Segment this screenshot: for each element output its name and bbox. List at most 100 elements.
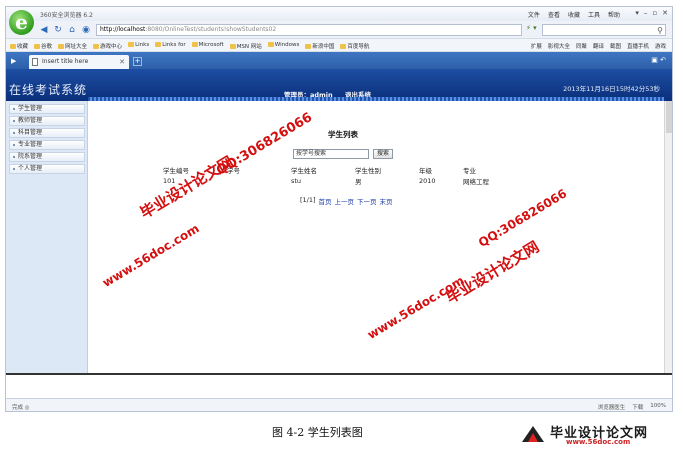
back-icon[interactable]: ◀ bbox=[38, 24, 50, 36]
sidebar-item-majors[interactable]: 专业管理 bbox=[9, 140, 85, 150]
favorites-item[interactable]: 新浪中国 bbox=[305, 42, 334, 50]
brand-mark-icon bbox=[522, 426, 544, 442]
bullet-icon bbox=[13, 108, 15, 110]
toolbar-video[interactable]: 影视大全 bbox=[548, 42, 570, 50]
tab-bar: ▶ Insert title here ✕ + ▣ ↶ bbox=[6, 52, 672, 69]
toolbar-extensions[interactable]: 扩展 bbox=[531, 42, 542, 50]
favorites-item[interactable]: 谷歌 bbox=[34, 42, 52, 50]
col-header: 年级 bbox=[419, 166, 432, 175]
sidebar-item-departments[interactable]: 院系管理 bbox=[9, 152, 85, 162]
favorites-item[interactable]: 网址大全 bbox=[58, 42, 87, 50]
address-bar[interactable]: http://localhost:8080/OnlineTest/student… bbox=[96, 24, 522, 36]
app-title: 360安全浏览器 6.2 bbox=[40, 12, 93, 19]
refresh-icon[interactable]: ↻ bbox=[52, 24, 64, 36]
bullet-icon bbox=[13, 168, 15, 170]
pager-first-link[interactable]: 首页 bbox=[319, 196, 332, 206]
pager-next-link[interactable]: 下一页 bbox=[357, 196, 377, 206]
sidebar-item-subjects[interactable]: 科目管理 bbox=[9, 128, 85, 138]
window-controls: ▾ – ▫ ✕ bbox=[635, 9, 668, 17]
favorites-item[interactable]: Windows bbox=[267, 42, 299, 50]
sidebar-item-students[interactable]: 学生管理 bbox=[9, 104, 85, 114]
bullet-icon bbox=[13, 144, 15, 146]
browser-search-input[interactable]: ⚲ bbox=[542, 24, 666, 36]
search-row: 按学号搜索 搜索 bbox=[293, 149, 394, 159]
menu-favorites[interactable]: 收藏 bbox=[568, 10, 580, 19]
figure-caption: 图 4-2 学生列表图 bbox=[272, 426, 363, 439]
favorites-item[interactable]: Links for bbox=[155, 42, 186, 50]
menu-help[interactable]: 帮助 bbox=[608, 10, 620, 19]
browser-logo-icon: e bbox=[9, 10, 34, 35]
status-text: 完成 ◎ bbox=[12, 405, 30, 411]
search-button[interactable]: 搜索 bbox=[373, 149, 394, 159]
sidebar: 学生管理 教师管理 科目管理 专业管理 院系管理 个人管理 bbox=[6, 101, 88, 373]
minimize-icon[interactable]: – bbox=[644, 9, 648, 17]
toolbar-games[interactable]: 游戏 bbox=[655, 42, 666, 50]
toolbar-translate[interactable]: 翻译 bbox=[593, 42, 604, 50]
search-icon[interactable]: ⚲ bbox=[657, 26, 663, 35]
home-icon[interactable]: ⌂ bbox=[66, 24, 78, 36]
bullet-icon bbox=[13, 132, 15, 134]
table-cell: stu bbox=[291, 176, 302, 185]
admin-label: 管理员：admin bbox=[284, 91, 333, 99]
address-tools-icon[interactable]: ⚡ ▾ bbox=[526, 24, 537, 32]
page-viewport: 在线考试系统 管理员：admin 退出系统 2013年11月16日15时42分5… bbox=[6, 69, 672, 398]
pager-info: [1/1] bbox=[300, 196, 316, 204]
folder-icon bbox=[155, 42, 162, 47]
vertical-scrollbar[interactable] bbox=[664, 101, 672, 373]
zoom-level[interactable]: 100% bbox=[650, 403, 666, 411]
favorites-item[interactable]: 游戏中心 bbox=[93, 42, 122, 50]
favorites-item[interactable]: 收藏 bbox=[10, 42, 28, 50]
folder-icon bbox=[229, 44, 236, 49]
table-cell: 2010 bbox=[419, 176, 436, 185]
pager-prev-link[interactable]: 上一页 bbox=[335, 196, 355, 206]
brand-logo: 毕业设计论文网 www.56doc.com bbox=[520, 422, 680, 450]
sidebar-toggle-icon[interactable]: ▶ bbox=[11, 57, 16, 65]
page-icon bbox=[32, 58, 38, 66]
folder-icon bbox=[340, 44, 347, 49]
favorites-item[interactable]: Microsoft bbox=[191, 42, 224, 50]
tab-current[interactable]: Insert title here ✕ bbox=[29, 55, 129, 69]
tab-menu-icon[interactable]: ▣ ↶ bbox=[651, 56, 666, 64]
address-host: http://localhost bbox=[100, 26, 146, 33]
menu-view[interactable]: 查看 bbox=[548, 10, 560, 19]
student-search-input[interactable]: 按学号搜索 bbox=[293, 149, 369, 159]
col-header: 学生性别 bbox=[355, 166, 381, 175]
download-button[interactable]: 下载 bbox=[632, 403, 643, 411]
folder-icon bbox=[93, 44, 100, 49]
address-path: :8080/OnlineTest/students!showStudents02 bbox=[145, 26, 277, 33]
new-tab-icon[interactable]: + bbox=[133, 57, 142, 66]
toolbar-mobile[interactable]: 直播手机 bbox=[627, 42, 649, 50]
skin-icon[interactable]: ▾ bbox=[635, 9, 639, 17]
shield-icon[interactable]: ◉ bbox=[80, 24, 92, 36]
sidebar-item-teachers[interactable]: 教师管理 bbox=[9, 116, 85, 126]
folder-icon bbox=[34, 44, 41, 49]
folder-icon bbox=[191, 42, 198, 47]
folder-icon bbox=[128, 42, 135, 47]
favorites-item[interactable]: Links bbox=[128, 42, 149, 50]
col-header: 专业 bbox=[463, 166, 476, 175]
status-bar: 完成 ◎ 浏览器医生 下载 100% bbox=[6, 398, 672, 411]
navigation-bar: ◀ ↻ ⌂ ◉ http://localhost:8080/OnlineTest… bbox=[6, 21, 672, 39]
bullet-icon bbox=[13, 120, 15, 122]
brand-url: www.56doc.com bbox=[566, 438, 631, 446]
close-icon[interactable]: ✕ bbox=[662, 9, 668, 17]
pager-last-link[interactable]: 末页 bbox=[380, 196, 393, 206]
title-bar: 360安全浏览器 6.2 文件 查看 收藏 工具 帮助 ▾ – ▫ ✕ bbox=[6, 7, 672, 21]
maximize-icon[interactable]: ▫ bbox=[652, 9, 657, 17]
browser-window: e 360安全浏览器 6.2 文件 查看 收藏 工具 帮助 ▾ – ▫ ✕ ◀ … bbox=[5, 6, 673, 412]
frame-divider bbox=[6, 373, 672, 375]
tab-close-icon[interactable]: ✕ bbox=[119, 55, 125, 69]
logout-link[interactable]: 退出系统 bbox=[345, 91, 371, 99]
scrollbar-thumb[interactable] bbox=[666, 101, 672, 133]
browser-doctor-button[interactable]: 浏览器医生 bbox=[598, 403, 626, 411]
toolbar-sync[interactable]: 同聚 bbox=[576, 42, 587, 50]
menu-tools[interactable]: 工具 bbox=[588, 10, 600, 19]
page-header: 在线考试系统 管理员：admin 退出系统 2013年11月16日15时42分5… bbox=[6, 69, 672, 101]
favorites-item[interactable]: MSN 网站 bbox=[229, 42, 262, 50]
folder-icon bbox=[305, 44, 312, 49]
menu-file[interactable]: 文件 bbox=[528, 10, 540, 19]
folder-icon bbox=[267, 42, 274, 47]
favorites-item[interactable]: 百度导航 bbox=[340, 42, 369, 50]
sidebar-item-personal[interactable]: 个人管理 bbox=[9, 164, 85, 174]
toolbar-screenshot[interactable]: 截图 bbox=[610, 42, 621, 50]
